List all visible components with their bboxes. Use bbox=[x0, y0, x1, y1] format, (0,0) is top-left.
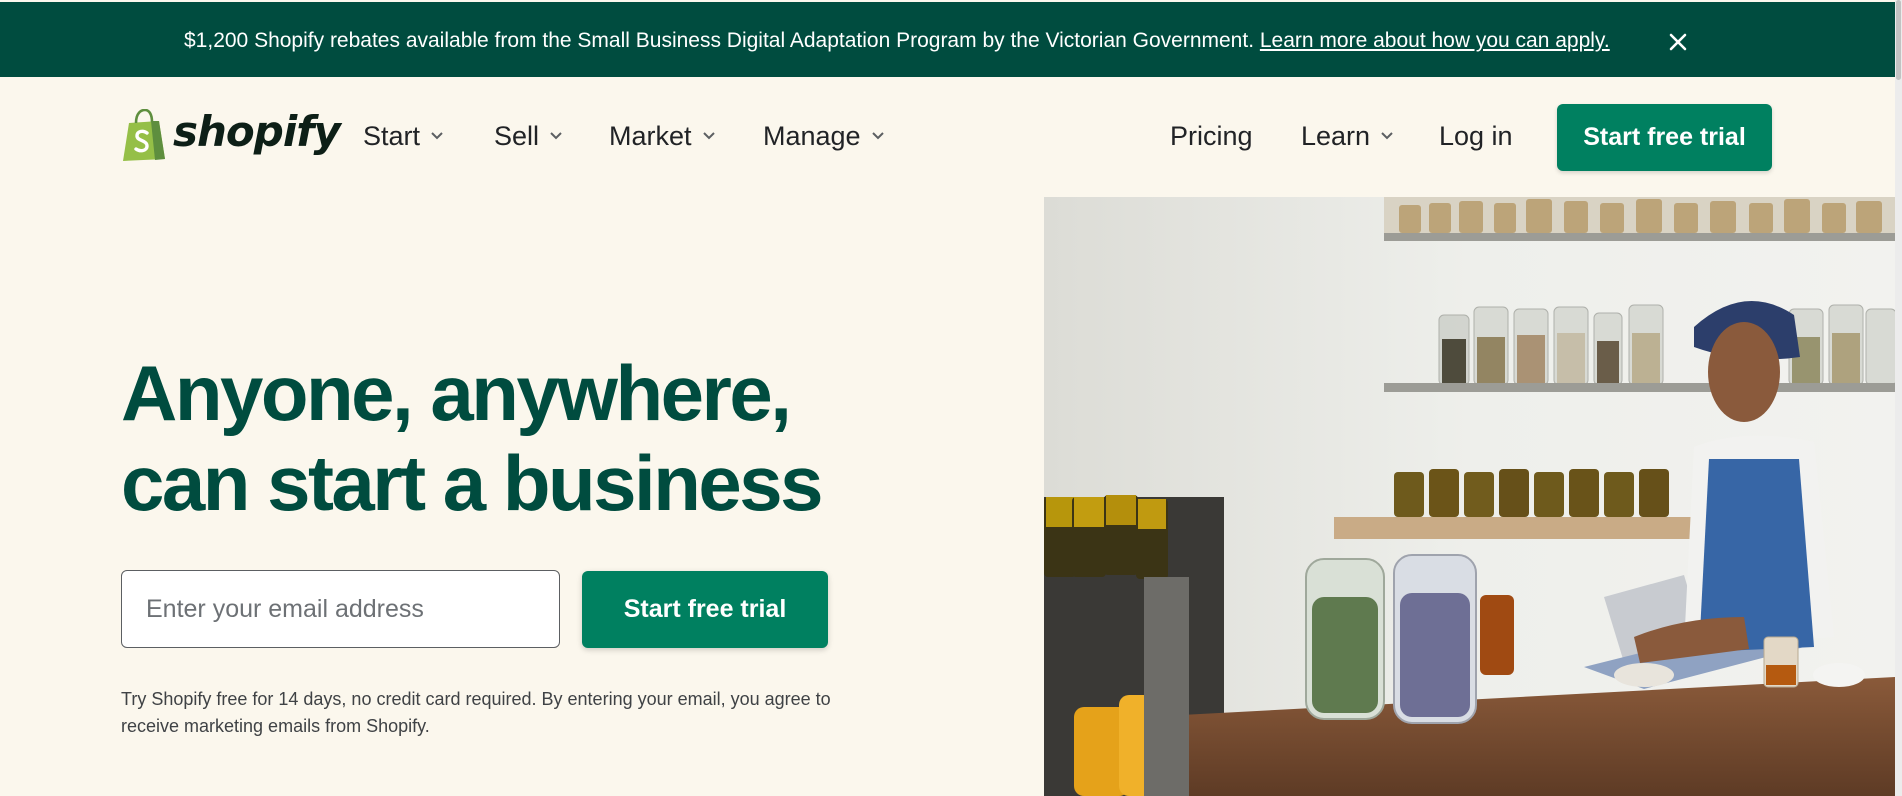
banner-learn-more-link[interactable]: Learn more about how you can apply. bbox=[1260, 29, 1610, 52]
email-input[interactable] bbox=[121, 570, 560, 648]
nav-market[interactable]: Market bbox=[609, 121, 716, 152]
shopping-bag-icon bbox=[123, 109, 165, 161]
nav-start-free-trial-button[interactable]: Start free trial bbox=[1557, 104, 1772, 171]
hero-headline-line1: Anyone, anywhere, bbox=[121, 349, 792, 437]
nav-pricing[interactable]: Pricing bbox=[1170, 121, 1253, 152]
chevron-down-icon bbox=[871, 132, 884, 140]
nav-manage[interactable]: Manage bbox=[763, 121, 885, 152]
nav-start[interactable]: Start bbox=[363, 121, 444, 152]
nav-sell[interactable]: Sell bbox=[494, 121, 563, 152]
nav-pricing-label: Pricing bbox=[1170, 121, 1253, 151]
nav-sell-label: Sell bbox=[494, 121, 540, 151]
hero-photo bbox=[1044, 197, 1895, 796]
nav-learn[interactable]: Learn bbox=[1301, 121, 1394, 152]
nav-learn-label: Learn bbox=[1301, 121, 1371, 151]
announcement-banner: $1,200 Shopify rebates available from th… bbox=[0, 2, 1902, 77]
chevron-down-icon bbox=[431, 132, 443, 140]
nav-login-label: Log in bbox=[1439, 121, 1513, 151]
close-icon[interactable] bbox=[1664, 28, 1692, 56]
main-navigation: shopify Start Sell Market Manage Pricing… bbox=[0, 77, 1902, 197]
chevron-down-icon bbox=[1381, 132, 1393, 140]
chevron-down-icon bbox=[550, 132, 562, 140]
page-scrollbar-thumb[interactable] bbox=[1896, 0, 1901, 80]
logo-wordmark: shopify bbox=[173, 107, 341, 156]
nav-start-label: Start bbox=[363, 121, 421, 151]
nav-market-label: Market bbox=[609, 121, 692, 151]
banner-message: $1,200 Shopify rebates available from th… bbox=[184, 29, 1255, 52]
shopify-logo[interactable]: shopify bbox=[121, 107, 341, 162]
chevron-down-icon bbox=[702, 132, 715, 140]
trial-disclaimer: Try Shopify free for 14 days, no credit … bbox=[121, 689, 831, 736]
page-scrollbar-track[interactable] bbox=[1895, 0, 1902, 796]
nav-manage-label: Manage bbox=[763, 121, 861, 151]
hero-start-free-trial-button[interactable]: Start free trial bbox=[582, 571, 828, 648]
hero-headline: Anyone, anywhere, can start a business bbox=[121, 348, 921, 528]
hero-photo-illustration bbox=[1044, 197, 1895, 796]
banner-text: $1,200 Shopify rebates available from th… bbox=[184, 29, 1610, 53]
hero-headline-line2: can start a business bbox=[121, 439, 824, 527]
nav-login[interactable]: Log in bbox=[1439, 121, 1513, 152]
